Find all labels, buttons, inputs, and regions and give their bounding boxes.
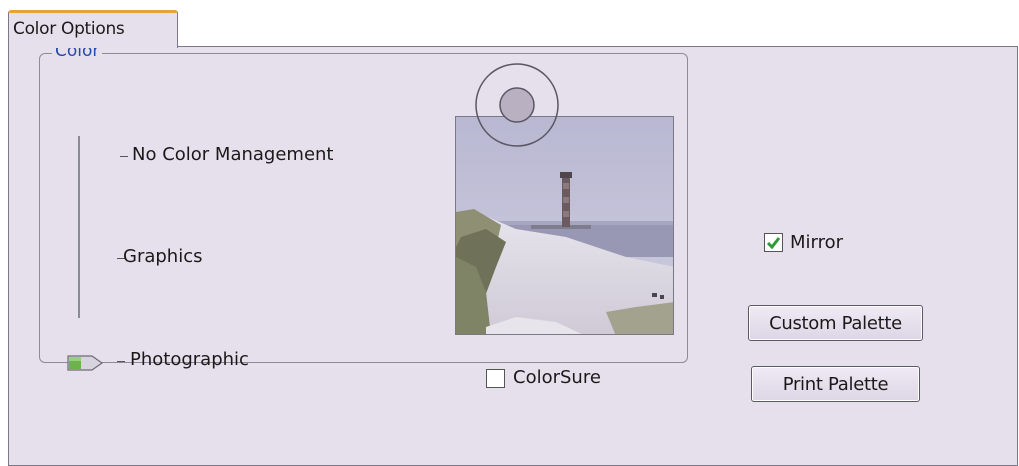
mirror-label[interactable]: Mirror [790, 232, 843, 253]
print-palette-button[interactable]: Print Palette [751, 366, 920, 402]
custom-palette-button[interactable]: Custom Palette [748, 305, 923, 341]
mirror-checkbox[interactable] [764, 233, 783, 252]
beach-lighthouse-photo-icon [456, 117, 673, 334]
level-label-no-color-management[interactable]: No Color Management [132, 144, 334, 165]
level-label-photographic[interactable]: Photographic [130, 349, 249, 370]
level-label-graphics[interactable]: Graphics [123, 246, 203, 267]
tab-color-options[interactable]: Color Options [8, 10, 178, 48]
color-level-slider-track[interactable] [78, 136, 80, 318]
colorsure-checkbox[interactable] [486, 369, 505, 388]
color-options-window: Color Options Color No Color Management … [0, 0, 1019, 466]
colorsure-label[interactable]: ColorSure [513, 367, 601, 388]
checkmark-icon [766, 237, 781, 250]
preview-image [455, 116, 674, 335]
slider-thumb-icon[interactable] [66, 353, 106, 373]
tab-label: Color Options [13, 19, 125, 39]
slider-tick [120, 156, 128, 157]
slider-tick [117, 361, 125, 362]
magnifier-icon[interactable] [474, 62, 560, 148]
